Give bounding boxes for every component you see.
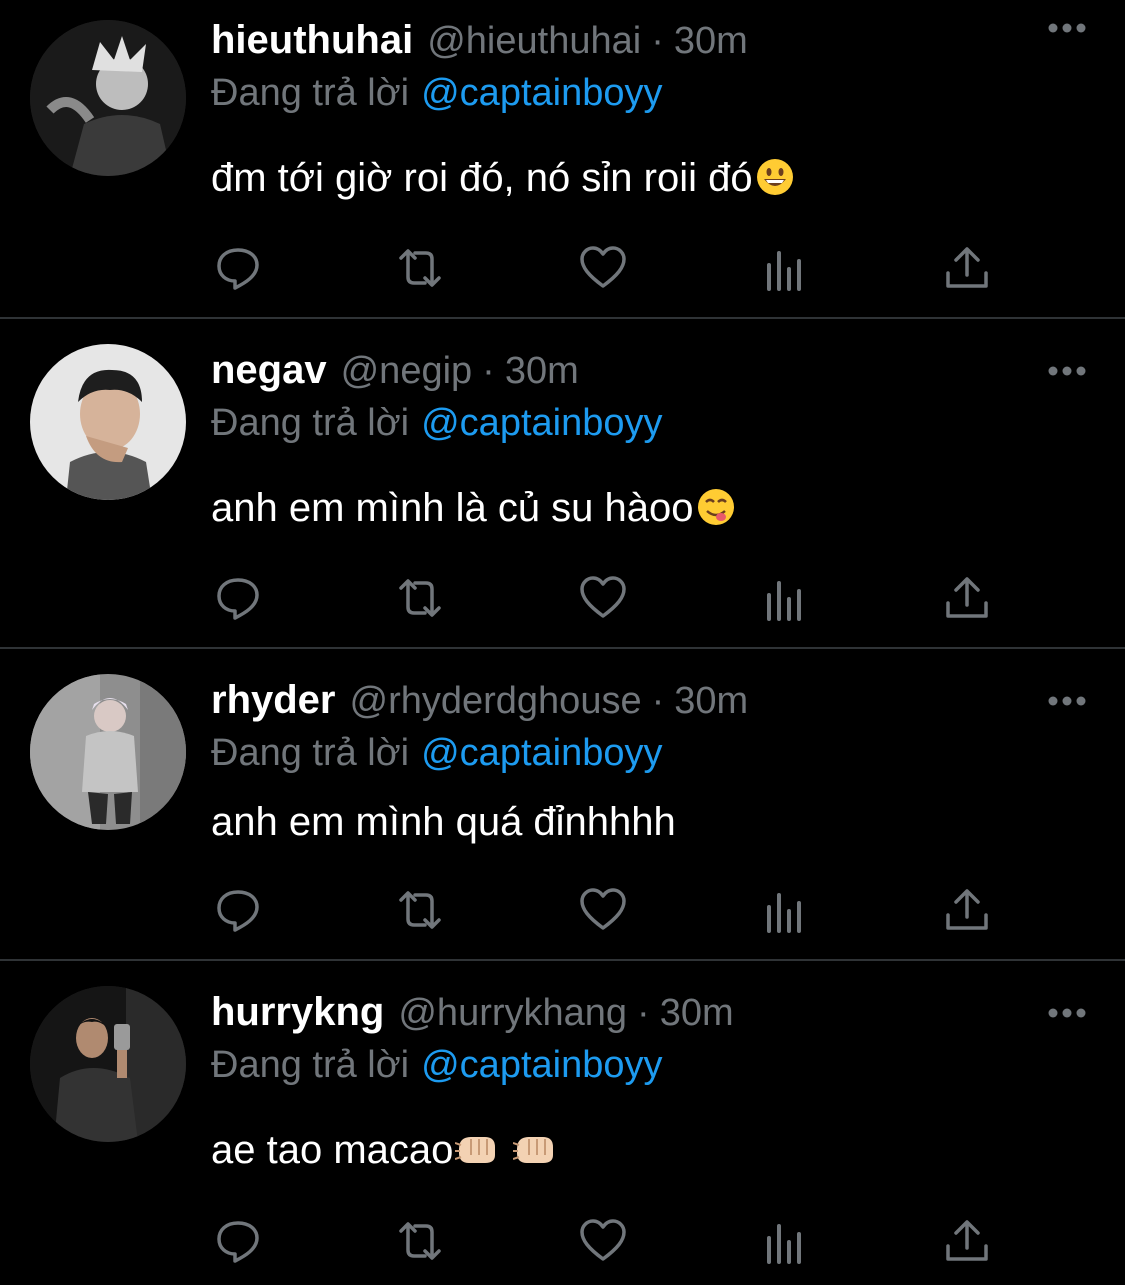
- reply-button[interactable]: [213, 573, 263, 623]
- reply-button[interactable]: [213, 243, 263, 293]
- share-icon: [946, 247, 988, 288]
- user-handle[interactable]: @negip: [341, 350, 473, 393]
- views-button[interactable]: [760, 243, 810, 293]
- retweet-button[interactable]: [395, 1216, 445, 1266]
- fist-bump-icon: [513, 1129, 557, 1179]
- tweet-text-body: ae tao macao: [211, 1128, 454, 1172]
- reply-to-link[interactable]: @captainboyy: [421, 1044, 662, 1086]
- reply-context: Đang trả lời @captainboyy: [211, 402, 663, 445]
- reply-to-link[interactable]: @captainboyy: [421, 402, 662, 444]
- more-icon[interactable]: [1047, 1007, 1087, 1019]
- user-handle[interactable]: @rhyderdghouse: [350, 680, 642, 723]
- reply-prefix: Đang trả lời: [211, 402, 410, 444]
- views-button[interactable]: [760, 573, 810, 623]
- display-name[interactable]: negav: [211, 348, 327, 393]
- reply-icon: [217, 578, 259, 620]
- reply-to-link[interactable]: @captainboyy: [421, 72, 662, 114]
- reply-context: Đang trả lời @captainboyy: [211, 1044, 663, 1087]
- like-icon: [580, 1219, 626, 1261]
- reply-context: Đang trả lời @captainboyy: [211, 72, 663, 115]
- like-icon: [580, 576, 626, 618]
- like-button[interactable]: [578, 243, 628, 293]
- avatar[interactable]: [30, 344, 186, 500]
- timestamp[interactable]: 30m: [674, 20, 748, 63]
- retweet-icon: [399, 249, 441, 287]
- display-name[interactable]: rhyder: [211, 678, 336, 723]
- avatar[interactable]: [30, 674, 186, 830]
- tweet-text: anh em mình quá đỉnhhhh: [211, 800, 676, 845]
- tweet-text-body: anh em mình là củ su hàoo: [211, 486, 694, 530]
- more-icon[interactable]: [1047, 695, 1087, 707]
- share-button[interactable]: [942, 573, 992, 623]
- reply-button[interactable]: [213, 1216, 263, 1266]
- user-handle[interactable]: @hieuthuhai: [427, 20, 641, 63]
- like-icon: [580, 888, 626, 930]
- share-button[interactable]: [942, 243, 992, 293]
- display-name[interactable]: hieuthuhai: [211, 18, 413, 63]
- more-icon[interactable]: [1047, 22, 1087, 34]
- reply-icon: [217, 1221, 259, 1263]
- tweet-card[interactable]: negav @negip · 30m Đang trả lời @captainb…: [0, 320, 1125, 649]
- more-icon[interactable]: [1047, 365, 1087, 377]
- tweet-card[interactable]: hieuthuhai @hieuthuhai · 30m Đang trả lờ…: [0, 0, 1125, 319]
- tweet-text: đm tới giờ roi đó, nó sỉn roii đó: [211, 156, 795, 207]
- views-button[interactable]: [760, 1216, 810, 1266]
- retweet-button[interactable]: [395, 573, 445, 623]
- separator-dot: ·: [651, 20, 664, 62]
- tweet-card[interactable]: hurrykng @hurrykhang · 30m Đang trả lời @…: [0, 962, 1125, 1285]
- divider: [0, 317, 1125, 319]
- like-button[interactable]: [578, 885, 628, 935]
- tweet-card[interactable]: rhyder @rhyderdghouse · 30m Đang trả lời…: [0, 650, 1125, 961]
- reply-icon: [217, 248, 259, 290]
- tweet-text: ae tao macao: [211, 1128, 557, 1179]
- reply-prefix: Đang trả lời: [211, 72, 410, 114]
- timestamp[interactable]: 30m: [674, 680, 748, 723]
- views-icon: [767, 581, 801, 621]
- tweet-text-body: anh em mình quá đỉnhhhh: [211, 800, 676, 844]
- share-button[interactable]: [942, 885, 992, 935]
- tweet-text: anh em mình là củ su hàoo: [211, 486, 736, 537]
- retweet-icon: [399, 579, 441, 617]
- reply-prefix: Đang trả lời: [211, 732, 410, 774]
- views-icon: [767, 893, 801, 933]
- views-icon: [767, 251, 801, 291]
- reply-context: Đang trả lời @captainboyy: [211, 732, 663, 775]
- retweet-icon: [399, 891, 441, 929]
- views-icon: [767, 1224, 801, 1264]
- reply-prefix: Đang trả lời: [211, 1044, 410, 1086]
- retweet-button[interactable]: [395, 243, 445, 293]
- share-icon: [946, 577, 988, 618]
- like-button[interactable]: [578, 1216, 628, 1266]
- like-icon: [580, 246, 626, 288]
- separator-dot: ·: [637, 992, 650, 1034]
- share-button[interactable]: [942, 1216, 992, 1266]
- reply-icon: [217, 890, 259, 932]
- reply-feed: hieuthuhai @hieuthuhai · 30m Đang trả lờ…: [0, 0, 1125, 1285]
- avatar[interactable]: [30, 986, 186, 1142]
- avatar[interactable]: [30, 20, 186, 176]
- retweet-button[interactable]: [395, 885, 445, 935]
- divider: [0, 647, 1125, 649]
- face-savoring-food-icon: [696, 487, 736, 537]
- share-icon: [946, 889, 988, 930]
- tweet-text-body: đm tới giờ roi đó, nó sỉn roii đó: [211, 156, 753, 200]
- separator-dot: ·: [651, 680, 665, 722]
- timestamp[interactable]: 30m: [660, 992, 734, 1035]
- like-button[interactable]: [578, 573, 628, 623]
- reply-button[interactable]: [213, 885, 263, 935]
- retweet-icon: [399, 1222, 441, 1260]
- user-handle[interactable]: @hurrykhang: [398, 992, 627, 1035]
- reply-to-link[interactable]: @captainboyy: [421, 732, 662, 774]
- separator-dot: ·: [482, 350, 495, 392]
- views-button[interactable]: [760, 885, 810, 935]
- timestamp[interactable]: 30m: [505, 350, 579, 393]
- fist-bump-icon: [455, 1129, 499, 1179]
- share-icon: [946, 1220, 988, 1261]
- divider: [0, 959, 1125, 961]
- grinning-face-icon: [755, 157, 795, 207]
- display-name[interactable]: hurrykng: [211, 990, 384, 1035]
